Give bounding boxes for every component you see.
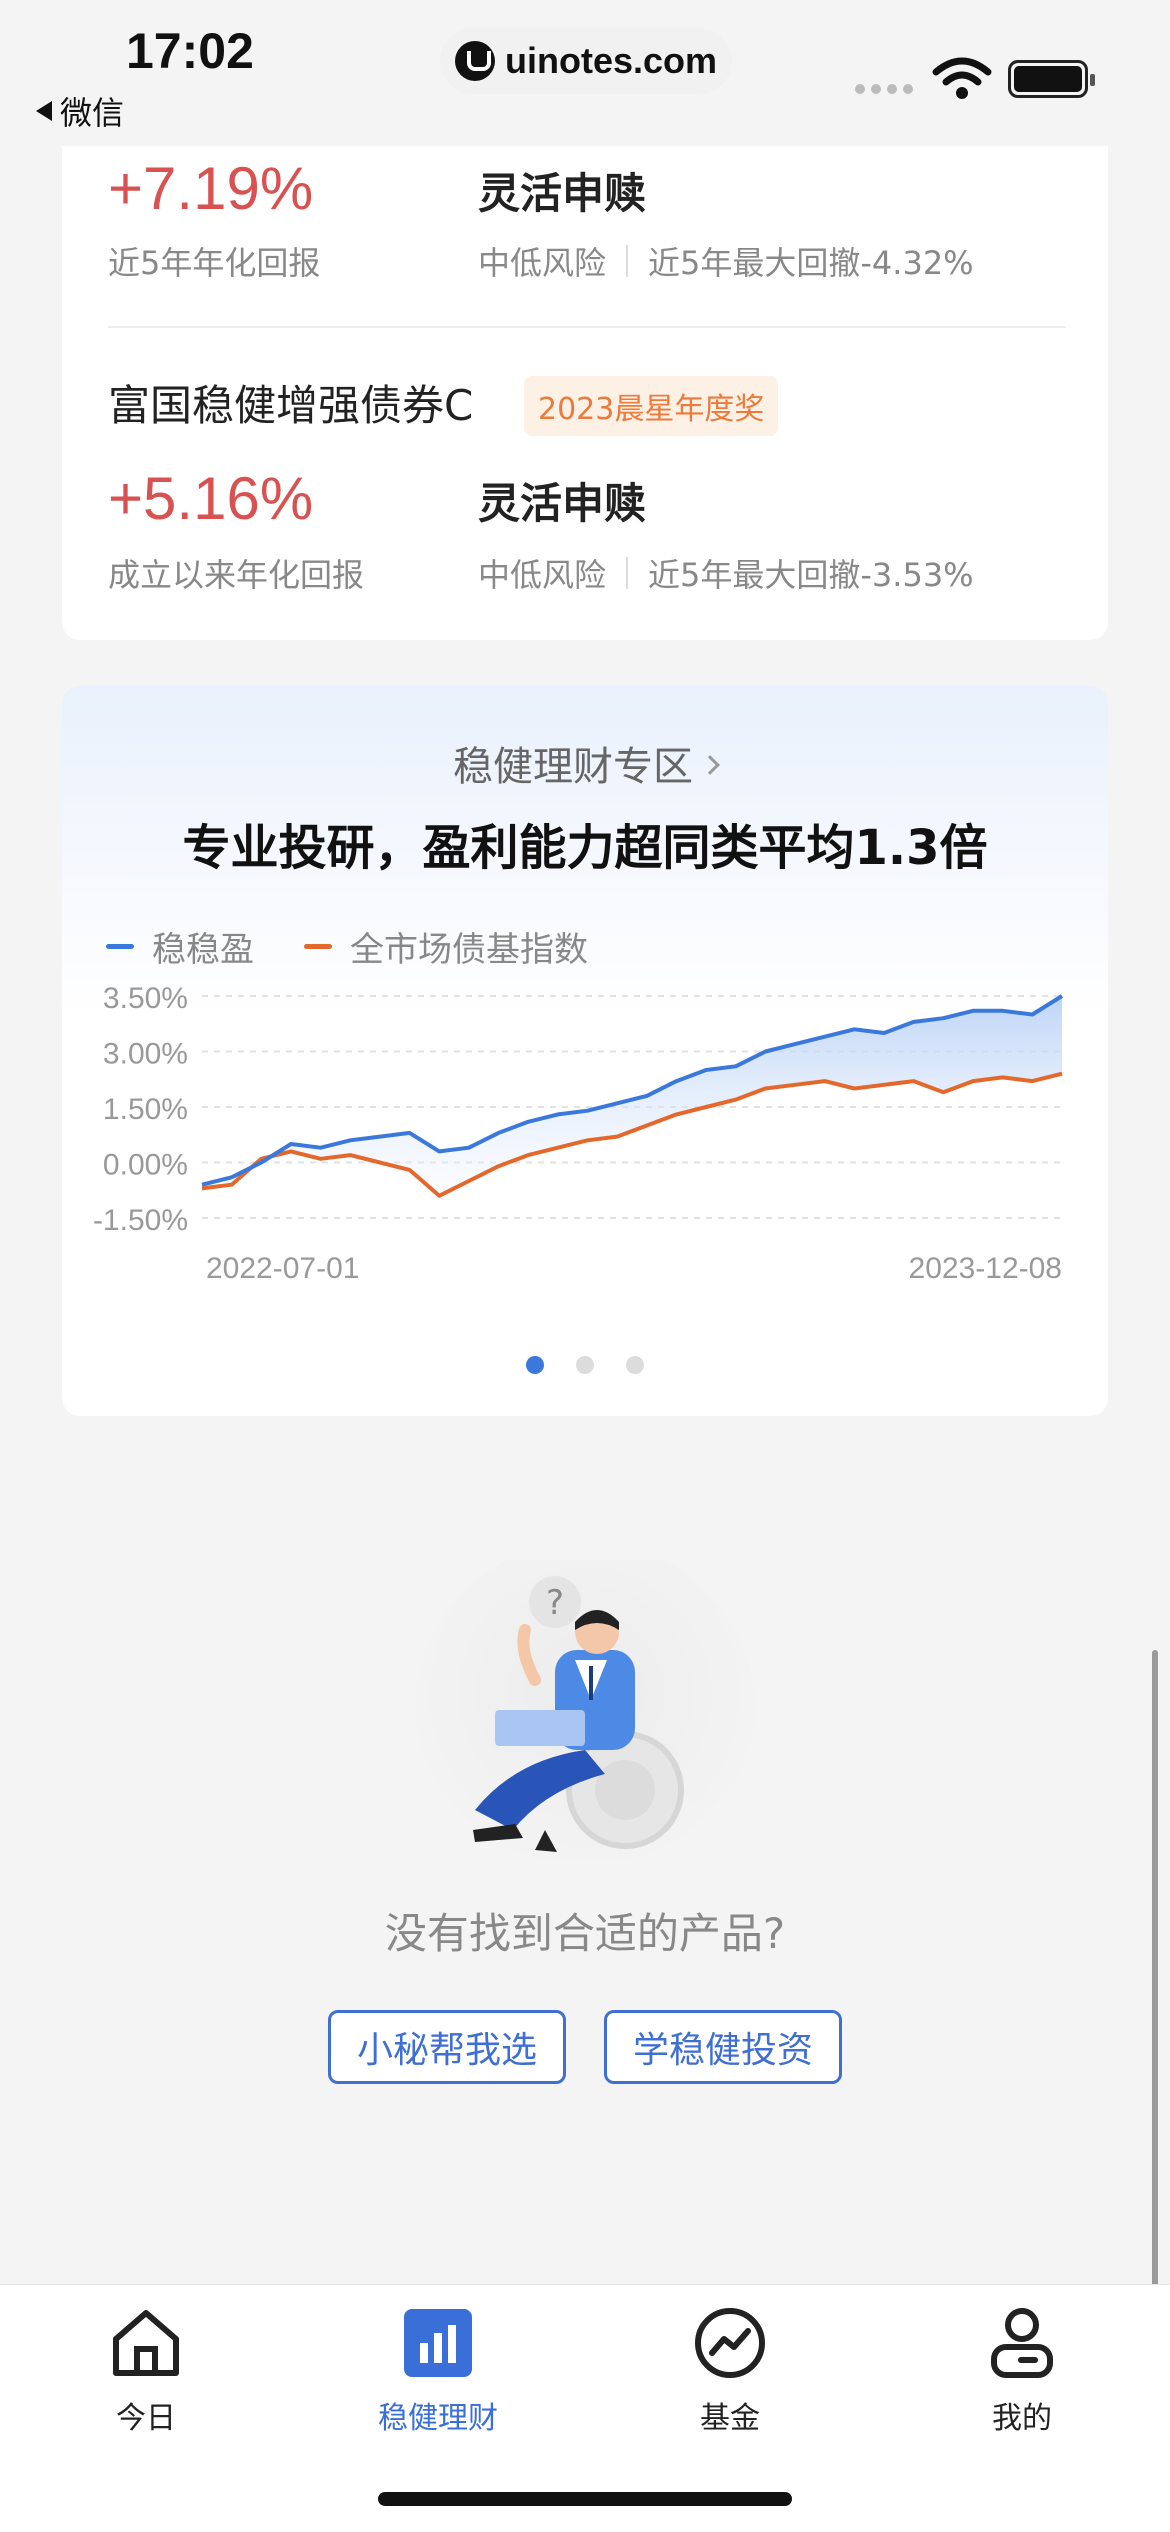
fund-return-rate: +5.16% (108, 465, 314, 532)
line-chart: 3.50% 3.00% 1.50% 0.00% -1.50% 2022-07-01 2023… (93, 982, 1064, 1285)
home-icon (113, 2310, 179, 2376)
user-icon (991, 2308, 1053, 2378)
fund-redeem-label: 灵活申赎 (478, 169, 647, 218)
divider (108, 326, 1066, 328)
back-app-label: 微信 (60, 94, 125, 132)
tab-steady-finance[interactable]: 稳健理财 (338, 2303, 538, 2437)
chart-legend: 稳稳盈 全市场债基指数 (106, 922, 588, 971)
fund-return-label: 成立以来年化回报 (108, 556, 365, 594)
empty-state-actions: 小秘帮我选 学稳健投资 (0, 2010, 1170, 2084)
fund-risk-info: 中低风险 近5年最大回撤-3.53% (478, 550, 974, 596)
carousel-indicator (62, 1356, 1108, 1374)
status-time: 17:02 (126, 23, 254, 79)
signal-icon (855, 84, 913, 94)
bar-chart-icon (404, 2309, 472, 2377)
tab-today[interactable]: 今日 (46, 2303, 246, 2437)
trend-circle-icon (695, 2308, 765, 2378)
x-tick-label: 2023-12-08 (909, 1252, 1062, 1285)
divider (626, 245, 629, 277)
tab-label: 稳健理财 (378, 2401, 498, 2436)
carousel-dot[interactable] (626, 1356, 644, 1374)
wifi-icon (932, 57, 992, 99)
url-text: uinotes.com (504, 40, 718, 81)
fund-drawdown: 近5年最大回撤-4.32% (648, 244, 974, 282)
y-tick-label: 0.00% (103, 1149, 188, 1182)
zone-headline: 专业投研，盈利能力超同类平均1.3倍 (182, 820, 988, 876)
site-logo-icon (454, 41, 495, 81)
legend-item: 全市场债基指数 (304, 922, 588, 971)
fund-redeem-label: 灵活申赎 (478, 479, 647, 528)
empty-state-illustration: ? (415, 1560, 755, 1860)
fund-drawdown: 近5年最大回撤-3.53% (648, 556, 974, 594)
legend-item: 稳稳盈 (106, 922, 254, 971)
fund-list-card: +7.19% 近5年年化回报 灵活申赎 中低风险 近5年最大回撤-4.32% 富… (62, 146, 1108, 640)
fund-risk-level: 中低风险 (478, 244, 607, 282)
steady-finance-zone-card[interactable]: 稳健理财专区 专业投研，盈利能力超同类平均1.3倍 稳稳盈 全市场债基指数 3.… (62, 686, 1108, 1416)
tab-label: 今日 (116, 2401, 176, 2436)
back-to-app-button[interactable]: 微信 (36, 88, 124, 134)
carousel-dot[interactable] (576, 1356, 594, 1374)
legend-swatch (304, 944, 332, 949)
x-tick-label: 2022-07-01 (206, 1252, 359, 1285)
learn-investing-button[interactable]: 学稳健投资 (604, 2010, 843, 2084)
tab-label: 我的 (992, 2401, 1052, 2436)
tab-label: 基金 (700, 2401, 760, 2436)
assistant-pick-button[interactable]: 小秘帮我选 (327, 2010, 566, 2084)
tab-me[interactable]: 我的 (922, 2303, 1122, 2437)
y-tick-label: -1.50% (93, 1204, 188, 1237)
home-indicator (378, 2492, 792, 2506)
y-tick-label: 3.50% (103, 982, 188, 1015)
zone-title-link[interactable]: 稳健理财专区 (62, 734, 1108, 792)
back-arrow-icon (36, 101, 52, 121)
divider (626, 557, 629, 589)
status-bar: 17:02 微信 uinotes.com (0, 0, 1170, 146)
y-tick-label: 3.00% (103, 1038, 188, 1071)
y-tick-label: 1.50% (103, 1093, 188, 1126)
legend-swatch (106, 944, 134, 949)
tab-funds[interactable]: 基金 (630, 2303, 830, 2437)
url-pill: uinotes.com (440, 28, 732, 94)
chevron-right-icon (700, 755, 720, 775)
award-badge: 2023晨星年度奖 (524, 376, 779, 436)
fund-name: 富国稳健增强债券C (108, 381, 474, 430)
svg-text:?: ? (546, 1583, 564, 1623)
fund-risk-level: 中低风险 (478, 556, 607, 594)
fund-return-rate: +7.19% (108, 155, 314, 222)
fund-risk-info: 中低风险 近5年最大回撤-4.32% (478, 238, 974, 284)
carousel-dot[interactable] (526, 1356, 544, 1374)
empty-state-message: 没有找到合适的产品? (384, 1909, 786, 1958)
zone-title: 稳健理财专区 (453, 744, 693, 790)
fund-return-label: 近5年年化回报 (108, 244, 321, 282)
legend-label: 稳稳盈 (152, 930, 254, 970)
legend-label: 全市场债基指数 (350, 930, 588, 970)
series-area (202, 996, 1062, 1196)
series-line (201, 1071, 1063, 1198)
scrollbar[interactable] (1152, 1650, 1158, 2290)
battery-icon (1008, 60, 1095, 98)
